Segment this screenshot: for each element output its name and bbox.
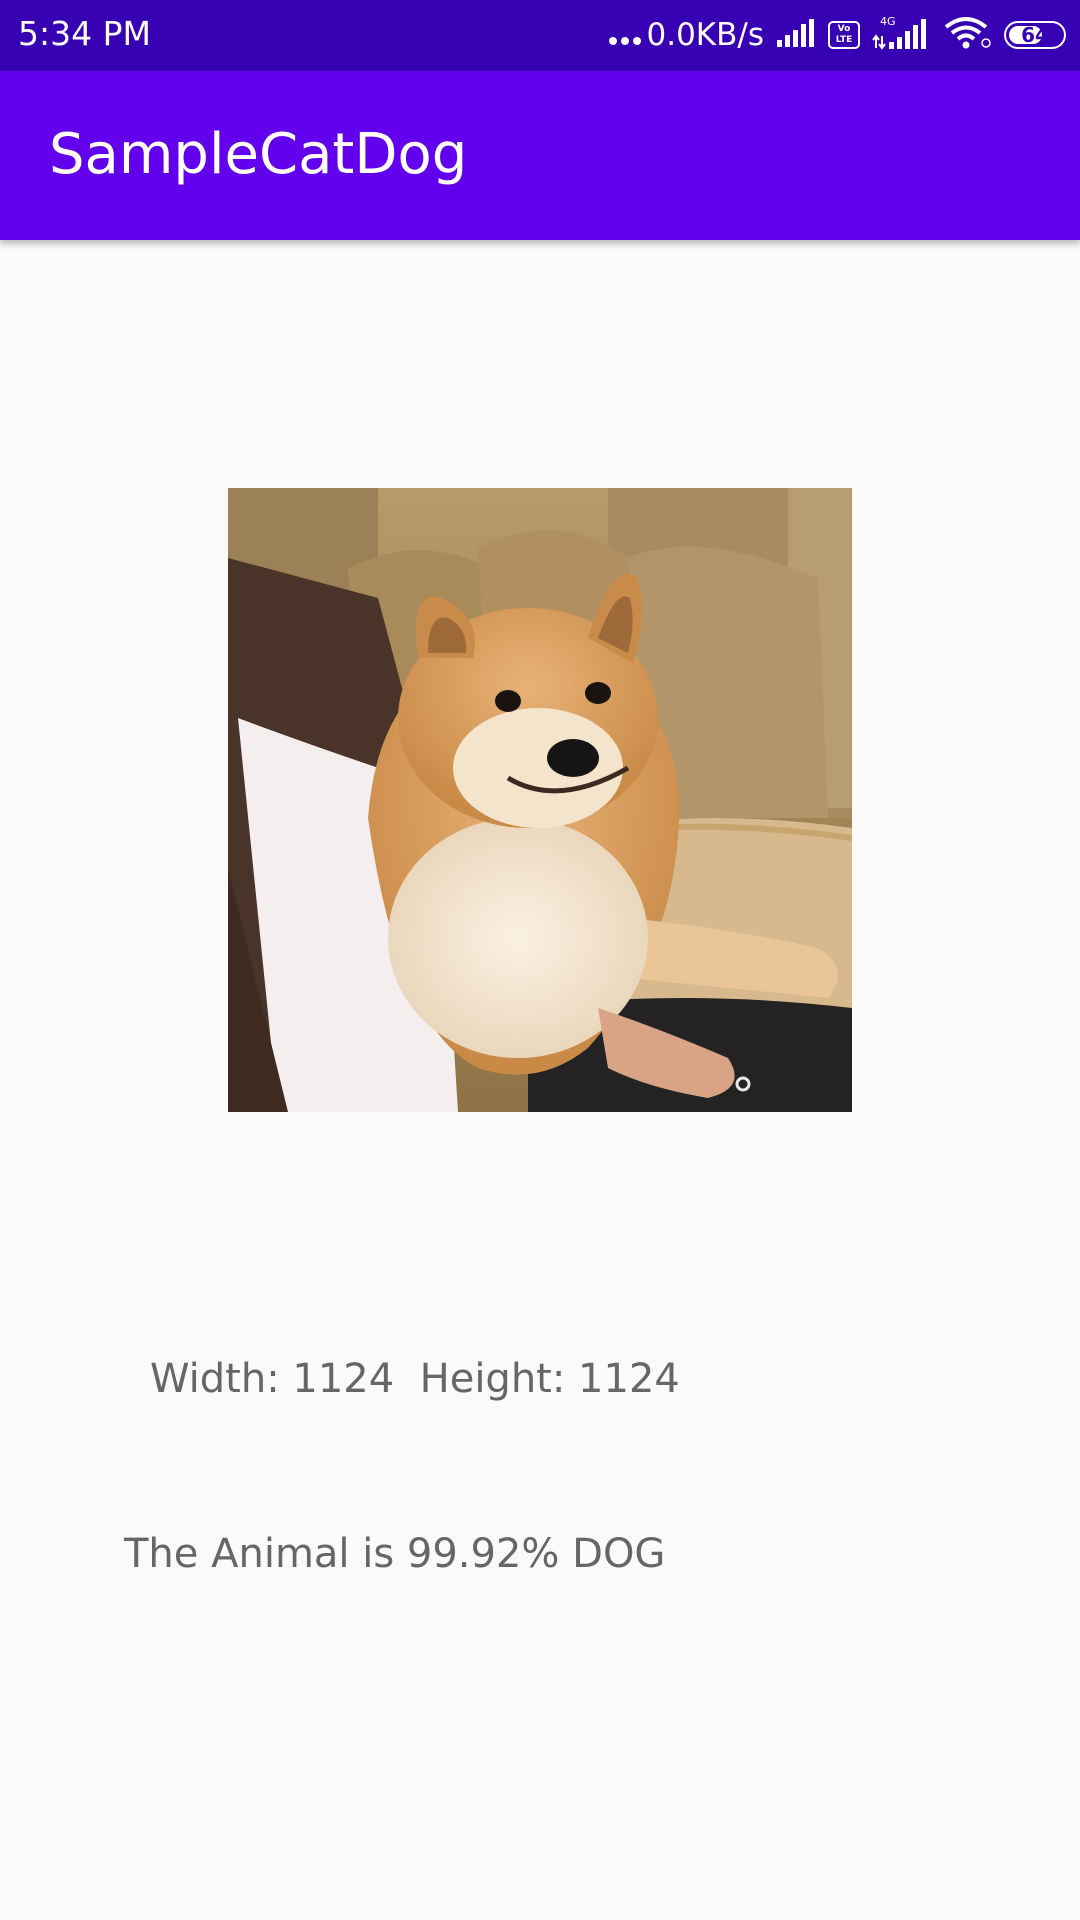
status-bar: 5:34 PM 0.0KB/s Vo LTE 4G 64 [0, 0, 1080, 71]
status-icons: 0.0KB/s Vo LTE 4G 64 [608, 10, 1066, 60]
app-bar: SampleCatDog [0, 71, 1080, 240]
more-dots-icon [608, 25, 641, 45]
battery-icon: 64 [1004, 21, 1066, 49]
net-speed-value: 0.0KB/s [646, 17, 765, 53]
signal-4g-icon: 4G [872, 15, 932, 55]
svg-text:4G: 4G [880, 15, 896, 28]
signal-icon [776, 18, 816, 52]
battery-level: 64 [1021, 23, 1049, 47]
image-dimensions: Width: 1124 Height: 1124 [150, 1356, 680, 1402]
classification-result: The Animal is 99.92% DOG [124, 1531, 666, 1577]
shiba-inu-photo [228, 488, 852, 1112]
status-time: 5:34 PM [18, 14, 151, 53]
wifi-icon [944, 17, 992, 53]
app-title: SampleCatDog [49, 122, 468, 187]
volte-icon: Vo LTE [828, 21, 860, 49]
net-speed: 0.0KB/s [608, 17, 765, 53]
